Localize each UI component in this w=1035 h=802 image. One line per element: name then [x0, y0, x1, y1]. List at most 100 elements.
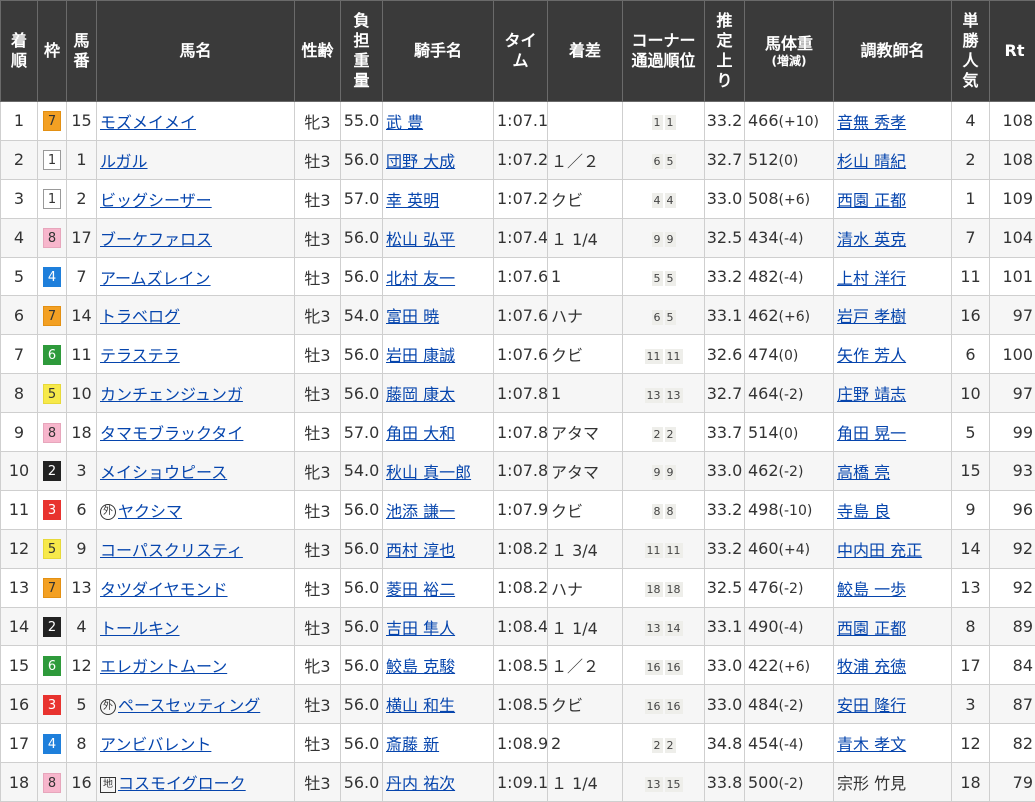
horse-name-link[interactable]: コーパスクリスティ: [100, 541, 243, 560]
horse-name-link[interactable]: アームズレイン: [100, 269, 211, 288]
header-rating[interactable]: Rt: [990, 1, 1035, 102]
jockey-cell: 幸 英明: [383, 179, 494, 218]
trainer-link[interactable]: 西園 正都: [837, 191, 906, 210]
rank-cell: 17: [1, 724, 38, 763]
horse-name-link[interactable]: ブーケファロス: [100, 230, 212, 249]
rating-cell: 96: [990, 490, 1035, 529]
corner-position: 13: [645, 621, 663, 636]
header-sex-age[interactable]: 性齢: [295, 1, 341, 102]
jockey-link[interactable]: 富田 暁: [386, 307, 439, 326]
horse-name-link[interactable]: トールキン: [100, 619, 180, 638]
foreign-horse-mark: 外: [100, 504, 116, 520]
jockey-link[interactable]: 松山 弘平: [386, 230, 455, 249]
trainer-link[interactable]: 音無 秀孝: [837, 113, 906, 132]
horse-name-link[interactable]: カンチェンジュンガ: [100, 385, 243, 404]
trainer-link[interactable]: 上村 洋行: [837, 269, 906, 288]
horse-name-link[interactable]: ヤクシマ: [118, 502, 182, 521]
jockey-link[interactable]: 丹内 祐次: [386, 774, 455, 793]
time-cell: 1:07.8: [494, 452, 548, 491]
margin-cell: クビ: [548, 179, 623, 218]
trainer-link[interactable]: 岩戸 孝樹: [837, 307, 906, 326]
table-row: 4 8 17 ブーケファロス 牡3 56.0 松山 弘平 1:07.4 １ 1/…: [1, 218, 1035, 257]
trainer-link[interactable]: 安田 隆行: [837, 696, 906, 715]
header-corner[interactable]: コーナー通過順位: [623, 1, 705, 102]
weight-cell: 56.0: [341, 218, 383, 257]
trainer-link[interactable]: 清水 英克: [837, 230, 906, 249]
header-horse-name[interactable]: 馬名: [97, 1, 295, 102]
header-waku[interactable]: 枠: [38, 1, 67, 102]
rating-cell: 104: [990, 218, 1035, 257]
jockey-link[interactable]: 幸 英明: [386, 191, 439, 210]
jockey-link[interactable]: 角田 大和: [386, 424, 455, 443]
popularity-cell: 16: [952, 296, 990, 335]
jockey-link[interactable]: 横山 和生: [386, 696, 455, 715]
last3f-cell: 34.8: [705, 724, 745, 763]
corner-cell: 88: [623, 490, 705, 529]
header-last3f[interactable]: 推定上り: [705, 1, 745, 102]
jockey-link[interactable]: 菱田 裕二: [386, 580, 455, 599]
trainer-link[interactable]: 鮫島 一歩: [837, 580, 906, 599]
trainer-link[interactable]: 西園 正都: [837, 619, 906, 638]
horse-name-link[interactable]: ルガル: [100, 152, 148, 171]
header-trainer[interactable]: 調教師名: [834, 1, 952, 102]
jockey-link[interactable]: 武 豊: [386, 113, 423, 132]
header-time[interactable]: タイム: [494, 1, 548, 102]
trainer-link[interactable]: 矢作 芳人: [837, 346, 906, 365]
body-weight-cell: 474(0): [745, 335, 834, 374]
trainer-link[interactable]: 寺島 良: [837, 502, 890, 521]
jockey-cell: 岩田 康誠: [383, 335, 494, 374]
time-cell: 1:07.1: [494, 102, 548, 141]
horse-name-link[interactable]: テラステラ: [100, 346, 180, 365]
jockey-link[interactable]: 吉田 隼人: [386, 619, 455, 638]
jockey-link[interactable]: 岩田 康誠: [386, 346, 455, 365]
trainer-link[interactable]: 杉山 晴紀: [837, 152, 906, 171]
sex-age-cell: 牡3: [295, 413, 341, 452]
header-weight[interactable]: 負担重量: [341, 1, 383, 102]
trainer-link[interactable]: 高橋 亮: [837, 463, 890, 482]
trainer-link[interactable]: 青木 孝文: [837, 735, 906, 754]
header-margin[interactable]: 着差: [548, 1, 623, 102]
last3f-cell: 32.6: [705, 335, 745, 374]
trainer-link[interactable]: 庄野 靖志: [837, 385, 906, 404]
jockey-link[interactable]: 西村 淳也: [386, 541, 455, 560]
waku-badge: 6: [43, 345, 61, 365]
waku-badge: 7: [43, 578, 61, 598]
jockey-link[interactable]: 北村 友一: [386, 269, 455, 288]
sex-age-cell: 牡3: [295, 140, 341, 179]
corner-position: 9: [665, 465, 676, 480]
horse-name-link[interactable]: アンビバレント: [100, 735, 211, 754]
horse-name-link[interactable]: メイショウピース: [100, 463, 227, 482]
jockey-link[interactable]: 斎藤 新: [386, 735, 439, 754]
header-body-weight[interactable]: 馬体重(増減): [745, 1, 834, 102]
jockey-link[interactable]: 団野 大成: [386, 152, 455, 171]
jockey-link[interactable]: 鮫島 克駿: [386, 657, 455, 676]
horse-name-link[interactable]: トラベログ: [100, 307, 180, 326]
jockey-link[interactable]: 池添 謙一: [386, 502, 455, 521]
sex-age-cell: 牡3: [295, 685, 341, 724]
horse-name-link[interactable]: タツダイヤモンド: [100, 580, 228, 599]
horse-name-link[interactable]: モズメイメイ: [100, 113, 196, 132]
body-weight-cell: 454(-4): [745, 724, 834, 763]
trainer-link[interactable]: 中内田 充正: [837, 541, 922, 560]
race-result-table: 着順 枠 馬番 馬名 性齢 負担重量 騎手名 タイム 着差 コーナー通過順位 推…: [0, 0, 1035, 802]
horse-name-link[interactable]: エレガントムーン: [100, 657, 227, 676]
horse-name-link[interactable]: ペースセッティング: [118, 696, 260, 715]
time-cell: 1:07.6: [494, 335, 548, 374]
sex-age-cell: 牝3: [295, 102, 341, 141]
header-rank[interactable]: 着順: [1, 1, 38, 102]
jockey-link[interactable]: 秋山 真一郎: [386, 463, 471, 482]
horse-name-link[interactable]: ビッグシーザー: [100, 191, 212, 210]
header-jockey[interactable]: 騎手名: [383, 1, 494, 102]
horse-name-link[interactable]: タマモブラックタイ: [100, 424, 243, 443]
corner-cell: 1314: [623, 607, 705, 646]
trainer-cell: 角田 晃一: [834, 413, 952, 452]
header-popularity[interactable]: 単勝人気: [952, 1, 990, 102]
horse-name-link[interactable]: コスモイグローク: [118, 774, 246, 793]
header-num[interactable]: 馬番: [67, 1, 97, 102]
waku-cell: 1: [38, 179, 67, 218]
jockey-cell: 松山 弘平: [383, 218, 494, 257]
trainer-link[interactable]: 角田 晃一: [837, 424, 906, 443]
trainer-link[interactable]: 牧浦 充徳: [837, 657, 906, 676]
jockey-link[interactable]: 藤岡 康太: [386, 385, 455, 404]
horse-name-cell: メイショウピース: [97, 452, 295, 491]
